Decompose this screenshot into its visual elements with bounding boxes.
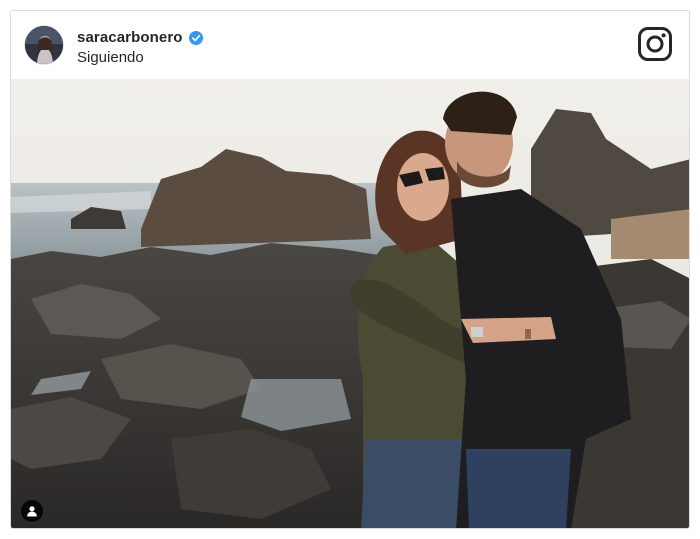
instagram-icon[interactable] bbox=[637, 26, 673, 62]
instagram-post-card: saracarbonero Siguiendo bbox=[10, 10, 690, 529]
username-row: saracarbonero bbox=[77, 29, 203, 46]
avatar[interactable] bbox=[24, 25, 64, 65]
avatar-image bbox=[25, 26, 63, 64]
user-tag-icon bbox=[27, 506, 37, 517]
follow-status[interactable]: Siguiendo bbox=[77, 49, 144, 66]
couple-beach-photo bbox=[11, 79, 689, 528]
username-link[interactable]: saracarbonero bbox=[77, 29, 183, 46]
verified-badge-icon bbox=[188, 30, 203, 45]
post-header: saracarbonero Siguiendo bbox=[11, 11, 689, 79]
tag-people-button[interactable] bbox=[21, 500, 43, 522]
post-photo[interactable] bbox=[11, 79, 689, 528]
